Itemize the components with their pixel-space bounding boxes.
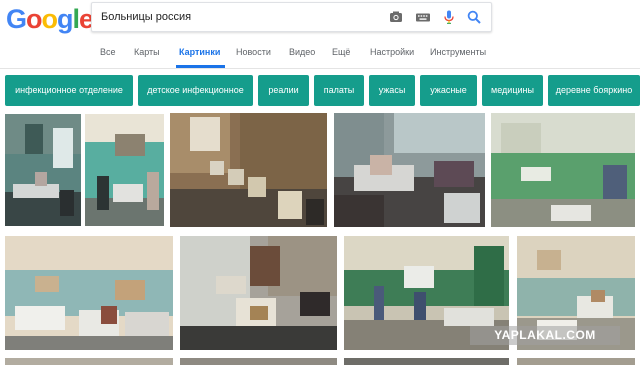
search-icon[interactable] [466,9,482,25]
tab-bar: Все Карты Картинки Новости Видео Ещё Нас… [0,38,640,68]
related-searches: инфекционное отделение детское инфекцион… [5,75,640,106]
image-thumbnail[interactable] [85,114,164,226]
image-thumbnail[interactable] [344,358,509,365]
image-thumbnail[interactable] [334,113,485,227]
microphone-icon[interactable] [441,9,457,25]
image-thumbnail[interactable] [5,236,173,350]
image-thumbnail[interactable] [180,358,337,365]
chip-related-search[interactable]: деревне бояркино [548,75,640,106]
image-thumbnail[interactable] [180,236,337,350]
camera-icon[interactable] [388,9,404,25]
watermark: YAPLAKAL.COM [470,326,620,345]
image-thumbnail[interactable] [517,358,635,365]
chip-related-search[interactable]: ужасы [369,75,415,106]
logo-letter: g [57,4,73,34]
image-thumbnail[interactable] [5,114,81,226]
tab-maps[interactable]: Карты [134,47,160,57]
tab-images[interactable]: Картинки [179,47,220,57]
image-thumbnail[interactable] [491,113,635,227]
search-input[interactable] [101,8,381,26]
chip-related-search[interactable]: ужасные [420,75,477,106]
header: Google Все Карты Картинки Новости Видео … [0,0,640,69]
keyboard-icon[interactable] [415,9,431,25]
logo-letter: G [6,4,27,34]
tab-all[interactable]: Все [100,47,116,57]
image-thumbnail[interactable] [5,358,173,365]
logo-letter: o [41,4,58,34]
search-box [91,2,492,32]
tab-news[interactable]: Новости [236,47,271,57]
chip-related-search[interactable]: реалии [258,75,309,106]
tab-video[interactable]: Видео [289,47,315,57]
tab-tools[interactable]: Инструменты [430,47,486,57]
chip-related-search[interactable]: палаты [314,75,364,106]
active-tab-indicator [176,65,225,68]
tab-more[interactable]: Ещё [332,47,350,57]
chip-related-search[interactable]: инфекционное отделение [5,75,133,106]
tab-settings[interactable]: Настройки [370,47,414,57]
image-thumbnail[interactable] [170,113,327,227]
google-logo[interactable]: Google [6,2,94,36]
chip-related-search[interactable]: детское инфекционное [138,75,253,106]
logo-letter: o [26,4,42,34]
chip-related-search[interactable]: медицины [482,75,543,106]
